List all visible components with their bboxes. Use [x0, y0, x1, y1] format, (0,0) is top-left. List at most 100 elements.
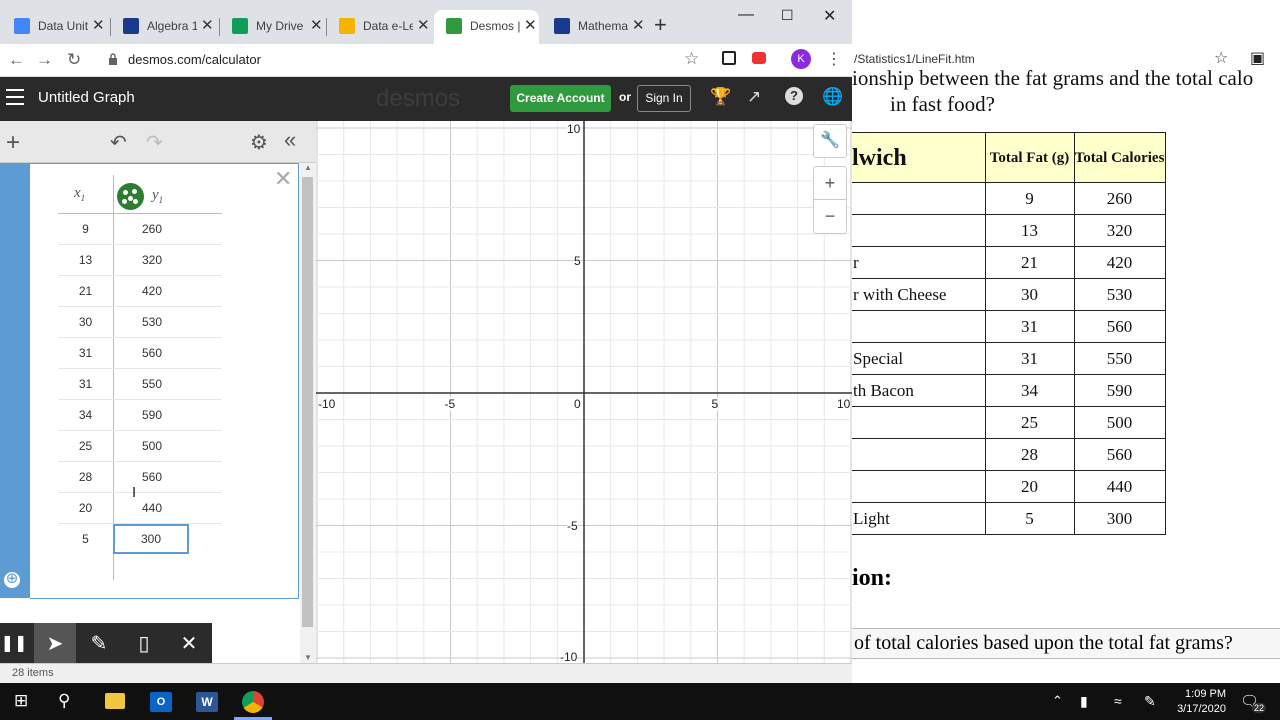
- x-cell[interactable]: 31: [58, 346, 113, 360]
- maximize-icon[interactable]: ☐: [781, 7, 794, 24]
- x-cell[interactable]: 5: [58, 532, 113, 546]
- table-row: 13 320: [58, 245, 222, 276]
- windows-start-icon[interactable]: ⊞: [14, 691, 28, 711]
- add-item-icon[interactable]: +: [6, 129, 20, 157]
- y-cell[interactable]: 560: [114, 346, 190, 360]
- search-icon[interactable]: ⚲: [58, 691, 70, 711]
- table-row: r 21 420: [852, 246, 1166, 279]
- browser-tab[interactable]: Data e-Le ✕: [327, 10, 432, 44]
- y-cell[interactable]: 320: [114, 253, 190, 267]
- x-cell[interactable]: 13: [58, 253, 113, 267]
- x-cell[interactable]: 34: [58, 408, 113, 422]
- forward-icon[interactable]: →: [36, 50, 53, 70]
- x-column-header[interactable]: x1: [74, 185, 85, 203]
- x-cell[interactable]: 21: [58, 284, 113, 298]
- undo-icon[interactable]: ↶: [110, 130, 127, 155]
- share-icon[interactable]: ↗: [747, 87, 761, 107]
- extension-icon[interactable]: ▣: [1250, 48, 1265, 68]
- tab-close-icon[interactable]: ✕: [632, 16, 645, 34]
- system-clock[interactable]: 1:09 PM 3/17/2020: [1170, 687, 1226, 717]
- table-row: 13 320: [852, 214, 1166, 247]
- browser-tab[interactable]: Mathema ✕: [542, 10, 647, 44]
- create-account-button[interactable]: Create Account: [510, 85, 611, 112]
- browser-tab[interactable]: Data Unit ✕: [2, 10, 107, 44]
- x-cell[interactable]: 20: [58, 501, 113, 515]
- calories-cell: 500: [1073, 406, 1166, 439]
- graph-title[interactable]: Untitled Graph: [38, 89, 135, 106]
- y-cell[interactable]: 590: [114, 408, 190, 422]
- x-cell[interactable]: 25: [58, 439, 113, 453]
- file-explorer-icon[interactable]: [105, 693, 125, 709]
- item-name: Light: [852, 502, 986, 535]
- pointer-icon[interactable]: ➤: [33, 631, 77, 656]
- pen-tray-icon[interactable]: ✎: [1144, 693, 1156, 710]
- bookmark-star-icon[interactable]: ☆: [684, 49, 699, 69]
- hamburger-menu-icon[interactable]: [6, 89, 24, 105]
- zoom-in-button[interactable]: +: [813, 166, 847, 200]
- pause-icon[interactable]: ❚❚: [0, 633, 36, 653]
- tab-close-icon[interactable]: ✕: [201, 16, 214, 34]
- scrollbar-thumb[interactable]: [302, 177, 313, 627]
- back-icon[interactable]: ←: [8, 50, 25, 70]
- x-cell[interactable]: 28: [58, 470, 113, 484]
- y-cell[interactable]: 300: [113, 524, 189, 554]
- chrome-taskbar-icon[interactable]: [242, 691, 264, 713]
- eraser-icon[interactable]: ▯: [122, 631, 166, 656]
- menu-kebab-icon[interactable]: ⋮: [826, 49, 842, 69]
- graph-paper[interactable]: -10 -5 0 5 10 10 5 -5 -10: [316, 121, 852, 663]
- wifi-icon[interactable]: ≈: [1114, 693, 1122, 709]
- y-cell[interactable]: 560: [114, 470, 190, 484]
- y-cell[interactable]: 420: [114, 284, 190, 298]
- tab-close-icon[interactable]: ✕: [524, 16, 537, 34]
- x-cell[interactable]: 30: [58, 315, 113, 329]
- zoom-fit-icon[interactable]: ⊕: [4, 571, 20, 588]
- help-icon[interactable]: ?: [785, 87, 803, 105]
- y-cell[interactable]: 440: [114, 501, 190, 515]
- tab-close-icon[interactable]: ✕: [92, 16, 105, 34]
- new-tab-icon[interactable]: +: [654, 12, 667, 38]
- bookmark-star-icon[interactable]: ☆: [1214, 48, 1228, 68]
- tab-close-icon[interactable]: ✕: [417, 16, 430, 34]
- word-icon[interactable]: W: [196, 692, 218, 712]
- browser-tab[interactable]: Desmos | ✕: [434, 10, 539, 44]
- tray-chevron-icon[interactable]: ⌃: [1052, 693, 1063, 709]
- collapse-panel-icon[interactable]: «: [284, 127, 296, 153]
- close-keypad-icon[interactable]: ✕: [167, 631, 211, 656]
- outlook-icon[interactable]: O: [150, 692, 172, 712]
- y-cell[interactable]: 260: [114, 222, 190, 236]
- x-cell[interactable]: 31: [58, 377, 113, 391]
- trophy-icon[interactable]: 🏆: [710, 87, 731, 107]
- y-column-header[interactable]: y1: [152, 187, 163, 205]
- y-cell[interactable]: 530: [114, 315, 190, 329]
- profile-avatar[interactable]: K: [791, 49, 811, 69]
- settings-gear-icon[interactable]: ⚙: [250, 130, 268, 155]
- bottom-question: of total calories based upon the total f…: [852, 628, 1280, 659]
- browser-tab[interactable]: Algebra 1 ✕: [111, 10, 216, 44]
- tab-close-icon[interactable]: ✕: [310, 16, 323, 34]
- pen-icon[interactable]: ✎: [77, 631, 121, 656]
- minimize-icon[interactable]: —: [738, 6, 754, 24]
- point-style-icon[interactable]: [117, 183, 144, 210]
- delete-table-icon[interactable]: ✕: [274, 166, 292, 192]
- battery-icon[interactable]: ▮: [1080, 693, 1088, 710]
- screencastify-icon[interactable]: [752, 52, 766, 64]
- graph-settings-wrench-icon[interactable]: 🔧: [813, 124, 847, 158]
- scroll-down-icon[interactable]: ▼: [304, 653, 312, 662]
- zoom-out-button[interactable]: −: [813, 200, 847, 234]
- browser-tab[interactable]: My Drive ✕: [220, 10, 325, 44]
- sign-in-button[interactable]: Sign In: [637, 85, 691, 112]
- url-input[interactable]: desmos.com/calculator: [128, 52, 261, 67]
- redo-icon[interactable]: ↷: [146, 130, 163, 155]
- calories-cell: 300: [1073, 502, 1166, 535]
- graph-grid: [316, 121, 852, 663]
- reload-icon[interactable]: ↻: [67, 50, 81, 70]
- expression-scrollbar[interactable]: ▲ ▼: [300, 163, 316, 663]
- scroll-up-icon[interactable]: ▲: [304, 163, 312, 172]
- close-window-icon[interactable]: ✕: [823, 6, 836, 26]
- expression-selected-bar[interactable]: [0, 163, 30, 598]
- y-cell[interactable]: 500: [114, 439, 190, 453]
- y-cell[interactable]: 550: [114, 377, 190, 391]
- extension-icon[interactable]: [722, 51, 736, 65]
- language-globe-icon[interactable]: 🌐: [822, 87, 843, 107]
- x-cell[interactable]: 9: [58, 222, 113, 236]
